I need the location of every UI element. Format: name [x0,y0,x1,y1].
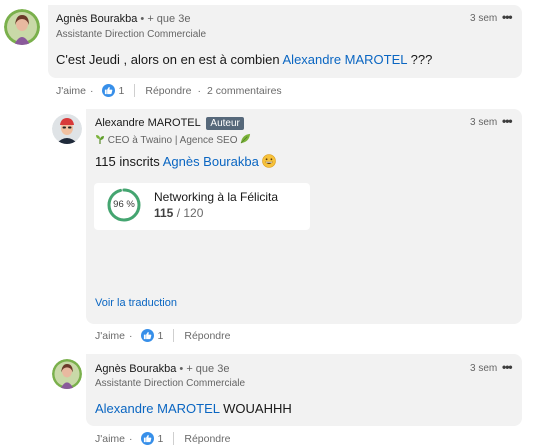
grin-emoji-icon [262,154,277,168]
connection-degree: • + que 3e [140,13,191,25]
author-name[interactable]: Agnès Bourakba [95,363,176,375]
like-count[interactable]: 1 [158,433,164,445]
seedling-icon [95,135,108,146]
reply-button[interactable]: Répondre [145,85,191,97]
connection-degree: • + que 3e [179,363,230,375]
reply-actions: J'aime · 1 Répondre [95,432,230,445]
poll-count: 115 / 120 [154,206,204,220]
reply-time: 3 sem [470,363,498,374]
avatar-agnes[interactable] [4,9,40,45]
mention-link[interactable]: Alexandre MAROTEL [95,401,220,416]
separator-dot: · [197,84,201,97]
divider [134,84,136,97]
like-count[interactable]: 1 [119,85,125,97]
reply-actions: J'aime · 1 Répondre [95,329,230,342]
poll-title: Networking à la Félicita [154,190,279,204]
author-headline: CEO à Twaino | Agence SEO [95,133,251,146]
poll-card[interactable]: 96 % Networking à la Félicita 115 / 120 [94,183,310,230]
reply-author-line: Agnès Bourakba • + que 3e [95,363,229,375]
avatar-alexandre[interactable] [52,114,82,144]
like-reaction-icon[interactable] [101,84,115,97]
comment-actions: J'aime · 1 Répondre · 2 commentaires [56,84,282,97]
comment-text: C'est Jeudi , alors on en est à combien … [56,52,433,67]
reply-time: 3 sem [470,117,498,128]
author-badge: Auteur [206,117,244,130]
like-button[interactable]: J'aime [95,433,125,445]
avatar-agnes[interactable] [52,359,82,389]
comment-time: 3 sem [470,13,498,24]
author-headline: Assistante Direction Commerciale [95,378,246,389]
like-reaction-icon[interactable] [140,329,154,342]
separator-dot: · [129,329,133,342]
mention-link[interactable]: Alexandre MAROTEL [283,52,408,67]
reply-text: Alexandre MAROTEL WOUAHHH [95,401,292,416]
divider [173,329,175,342]
poll-percent: 96 % [113,199,135,210]
reply-button[interactable]: Répondre [184,433,230,445]
reply-button[interactable]: Répondre [184,330,230,342]
comment-author-line: Agnès Bourakba • + que 3e [56,13,190,25]
reply-text: 115 inscrits Agnès Bourakba [95,154,277,169]
author-name[interactable]: Alexandre MAROTEL [95,117,200,129]
more-options-icon[interactable]: ••• [502,10,513,24]
author-headline: Assistante Direction Commerciale [56,29,207,40]
more-options-icon[interactable]: ••• [502,360,513,374]
see-translation-link[interactable]: Voir la traduction [95,297,177,309]
divider [173,432,175,445]
like-button[interactable]: J'aime [56,85,86,97]
like-count[interactable]: 1 [158,330,164,342]
more-options-icon[interactable]: ••• [502,114,513,128]
separator-dot: · [90,84,94,97]
comments-count-link[interactable]: 2 commentaires [207,85,282,97]
mention-link[interactable]: Agnès Bourakba [163,154,259,169]
author-name[interactable]: Agnès Bourakba [56,13,137,25]
separator-dot: · [129,432,133,445]
like-reaction-icon[interactable] [140,432,154,445]
leaf-icon [240,133,251,146]
reply-author-line: Alexandre MAROTEL Auteur [95,117,244,130]
like-button[interactable]: J'aime [95,330,125,342]
